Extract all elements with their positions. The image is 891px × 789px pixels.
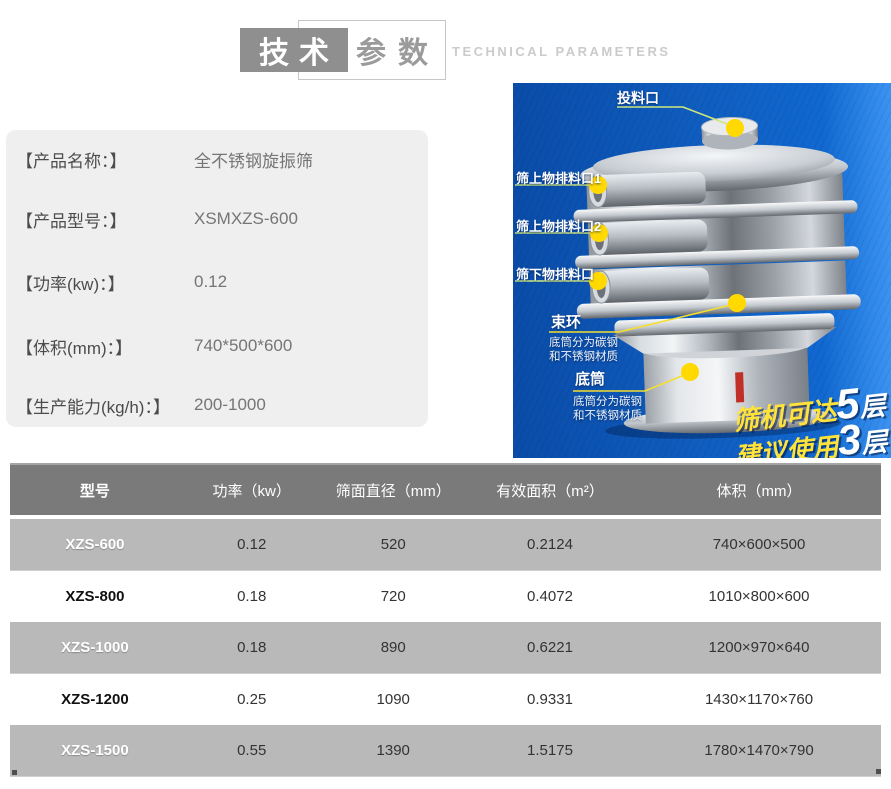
cell-diameter: 720 <box>324 588 463 605</box>
callout-feed-inlet: 投料口 <box>617 88 659 108</box>
spec-panel: 【产品名称：】 全不锈钢旋振筛 【产品型号：】 XSMXZS-600 【功率(k… <box>6 130 428 427</box>
spec-table: 型号 功率（kw） 筛面直径（mm） 有效面积（m²） 体积（mm） XZS-6… <box>10 463 881 777</box>
spec-row: 【体积(mm)：】 740*500*600 <box>16 333 420 359</box>
spec-row: 【产品型号：】 XSMXZS-600 <box>16 206 420 232</box>
slogan-number: 3 <box>835 415 863 458</box>
callout-oversize-outlet-1: 筛上物排料口1 <box>516 168 601 187</box>
table-header-diameter: 筛面直径（mm） <box>324 480 463 501</box>
cell-diameter: 1390 <box>324 742 463 759</box>
cell-area: 0.2124 <box>463 536 637 553</box>
callout-clamp-ring-note: 底筒分为碳钢 和不锈钢材质 <box>549 336 618 364</box>
spec-row: 【产品名称：】 全不锈钢旋振筛 <box>16 146 420 172</box>
cell-power: 0.55 <box>180 742 324 759</box>
callout-base-drum-note: 底筒分为碳钢 和不锈钢材质 <box>573 395 642 423</box>
cell-power: 0.12 <box>180 536 324 553</box>
spec-value: 740*500*600 <box>194 336 292 356</box>
callout-oversize-outlet-2: 筛上物排料口2 <box>516 216 601 235</box>
table-header-model: 型号 <box>10 480 180 501</box>
slogan-unit: 层 <box>859 426 888 458</box>
cell-model: XZS-1200 <box>10 691 180 708</box>
table-header-row: 型号 功率（kw） 筛面直径（mm） 有效面积（m²） 体积（mm） <box>10 463 881 515</box>
table-row: XZS-600 0.12 520 0.2124 740×600×500 <box>10 519 881 571</box>
section-title-secondary: 参数 <box>356 28 440 72</box>
cell-model: XZS-800 <box>10 588 180 605</box>
note-line: 底筒分为碳钢 <box>549 336 618 350</box>
cell-diameter: 890 <box>324 639 463 656</box>
cell-volume: 1780×1470×790 <box>637 742 881 759</box>
product-photo: 投料口 筛上物排料口1 筛上物排料口2 筛下物排料口 束环 底筒分为碳钢 和不锈… <box>513 83 891 458</box>
table-header-power: 功率（kw） <box>180 480 324 501</box>
cell-power: 0.25 <box>180 691 324 708</box>
table-header-volume: 体积（mm） <box>637 480 881 501</box>
cell-model: XZS-600 <box>10 536 180 553</box>
cell-model: XZS-1000 <box>10 639 180 656</box>
spec-label: 【体积(mm)：】 <box>16 334 194 359</box>
callout-undersize-outlet: 筛下物排料口 <box>516 264 594 283</box>
cell-area: 1.5175 <box>463 742 637 759</box>
spec-value: 200-1000 <box>194 395 266 415</box>
cell-volume: 1010×800×600 <box>637 588 881 605</box>
cell-area: 0.4072 <box>463 588 637 605</box>
spec-value: XSMXZS-600 <box>194 209 298 229</box>
cell-volume: 740×600×500 <box>637 536 881 553</box>
callout-clamp-ring: 束环 <box>551 311 581 332</box>
note-line: 和不锈钢材质 <box>549 350 618 364</box>
cell-power: 0.18 <box>180 588 324 605</box>
cell-volume: 1200×970×640 <box>637 639 881 656</box>
cell-area: 0.9331 <box>463 691 637 708</box>
spec-label: 【功率(kw)：】 <box>16 270 194 295</box>
table-row: XZS-1500 0.55 1390 1.5175 1780×1470×790 <box>10 725 881 777</box>
cell-diameter: 520 <box>324 536 463 553</box>
slogan-unit: 层 <box>858 390 887 423</box>
spec-label: 【产品名称：】 <box>16 147 194 172</box>
section-title-primary-box: 技术 <box>240 28 348 72</box>
cell-volume: 1430×1170×760 <box>637 691 881 708</box>
table-row: XZS-1000 0.18 890 0.6221 1200×970×640 <box>10 622 881 674</box>
table-row: XZS-1200 0.25 1090 0.9331 1430×1170×760 <box>10 674 881 725</box>
spec-label: 【生产能力(kg/h)：】 <box>16 393 194 418</box>
spec-row: 【生产能力(kg/h)：】 200-1000 <box>16 392 420 418</box>
table-header-area: 有效面积（m²） <box>463 480 637 501</box>
callout-base-drum: 底筒 <box>575 368 605 389</box>
table-corner-mark-right <box>876 769 881 774</box>
note-line: 底筒分为碳钢 <box>573 395 642 409</box>
spec-value: 0.12 <box>194 272 227 292</box>
table-body: XZS-600 0.12 520 0.2124 740×600×500 XZS-… <box>10 519 881 777</box>
cell-model: XZS-1500 <box>10 742 180 759</box>
spec-label: 【产品型号：】 <box>16 207 194 232</box>
spec-value: 全不锈钢旋振筛 <box>194 147 313 172</box>
section-subtitle: TECHNICAL PARAMETERS <box>452 44 671 59</box>
cell-area: 0.6221 <box>463 639 637 656</box>
cell-diameter: 1090 <box>324 691 463 708</box>
spec-row: 【功率(kw)：】 0.12 <box>16 269 420 295</box>
slogan-text: 建议使用 <box>733 431 840 458</box>
section-title-primary: 技术 <box>259 28 339 72</box>
table-row: XZS-800 0.18 720 0.4072 1010×800×600 <box>10 571 881 622</box>
table-corner-mark-left <box>12 770 17 775</box>
cell-power: 0.18 <box>180 639 324 656</box>
note-line: 和不锈钢材质 <box>573 409 642 423</box>
